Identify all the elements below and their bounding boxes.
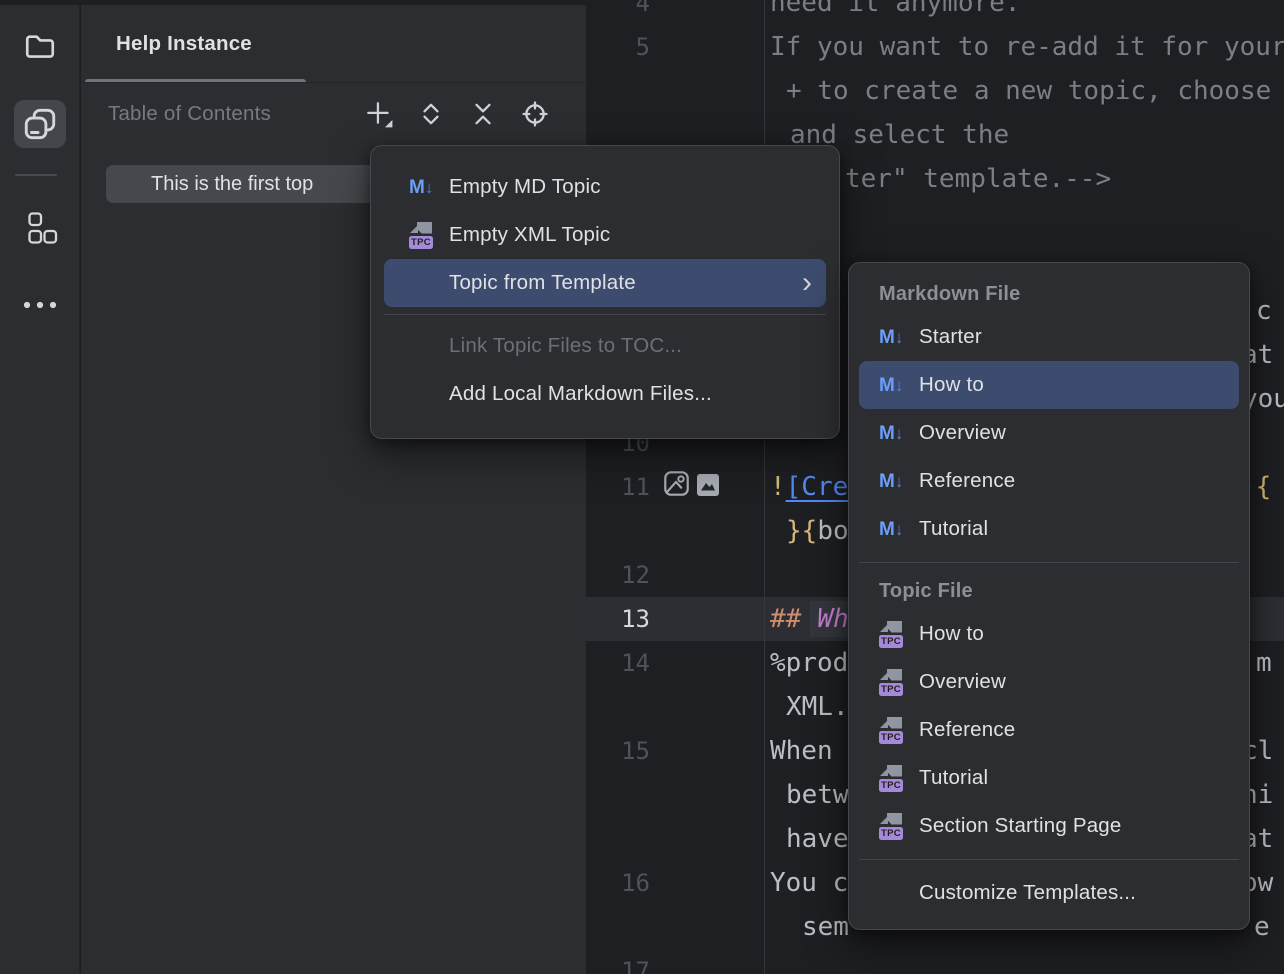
add-topic-button[interactable] <box>364 99 394 129</box>
line-number: 4 <box>586 0 650 25</box>
menu-item-link-topic-files[interactable]: Link Topic Files to TOC... <box>384 322 826 370</box>
markdown-file-icon: M↓ <box>879 520 903 539</box>
instances-icon <box>23 107 57 141</box>
image-preview-gutter-icon[interactable] <box>696 473 720 497</box>
structure-tool-button[interactable] <box>14 204 66 252</box>
more-tool-windows-button[interactable] <box>14 281 66 329</box>
submenu-item-md-how-to[interactable]: M↓ How to <box>859 361 1239 409</box>
topic-file-icon: TPC <box>879 621 905 648</box>
toc-toolbar: Table of Contents <box>81 83 586 145</box>
markdown-file-icon: M↓ <box>409 178 433 197</box>
code-line-current: ##Wh <box>770 597 849 641</box>
line-number: 14 <box>586 641 650 685</box>
expand-all-icon <box>418 101 444 127</box>
menu-item-add-local-markdown[interactable]: Add Local Markdown Files... <box>384 370 826 418</box>
line-number: 12 <box>586 553 650 597</box>
collapse-all-icon <box>470 101 496 127</box>
topic-from-template-submenu: Markdown File M↓ Starter M↓ How to M↓ Ov… <box>848 262 1250 930</box>
new-topic-menu: M↓ Empty MD Topic TPC Empty XML Topic To… <box>370 145 840 439</box>
toc-item-label: This is the first top <box>151 173 313 196</box>
code-line: have <box>786 817 849 861</box>
submenu-item-tpc-reference[interactable]: TPC Reference <box>859 706 1239 754</box>
tab-help-instance[interactable]: Help Instance <box>85 5 252 83</box>
markdown-file-icon: M↓ <box>879 376 903 395</box>
line-number: 16 <box>586 861 650 905</box>
submenu-item-tpc-how-to[interactable]: TPC How to <box>859 610 1239 658</box>
window-top-edge <box>0 0 586 5</box>
submenu-item-tpc-tutorial[interactable]: TPC Tutorial <box>859 754 1239 802</box>
code-line: If you want to re-add it for your <box>770 25 1284 69</box>
code-line: ter" template.--> <box>845 157 1111 201</box>
code-line: You c <box>770 861 848 905</box>
code-line: %prod <box>770 641 848 685</box>
tool-window-header: Help Instance <box>81 0 586 83</box>
code-fragment: e <box>1254 905 1270 949</box>
structure-icon <box>22 211 58 245</box>
submenu-header-markdown-file: Markdown File <box>849 275 1249 313</box>
toc-title: Table of Contents <box>108 83 271 145</box>
submenu-header-topic-file: Topic File <box>849 572 1249 610</box>
line-number: 5 <box>586 25 650 69</box>
code-line: When <box>770 729 833 773</box>
markdown-file-icon: M↓ <box>879 328 903 347</box>
code-line: XML. <box>786 685 849 729</box>
code-fragment: c <box>1256 289 1272 333</box>
folder-icon <box>23 29 57 63</box>
submenu-item-md-reference[interactable]: M↓ Reference <box>859 457 1239 505</box>
active-tab-underline <box>85 79 306 83</box>
submenu-item-md-overview[interactable]: M↓ Overview <box>859 409 1239 457</box>
code-line: ![Cre <box>770 465 848 509</box>
menu-item-empty-xml-topic[interactable]: TPC Empty XML Topic <box>384 211 826 259</box>
submenu-item-customize-templates[interactable]: Customize Templates... <box>859 869 1239 917</box>
topic-file-icon: TPC <box>409 222 435 249</box>
locate-opened-file-button[interactable] <box>520 99 550 129</box>
stripe-divider <box>15 174 57 176</box>
help-instance-tool-button[interactable] <box>14 100 66 148</box>
menu-separator <box>384 314 826 315</box>
code-line: betw <box>786 773 849 817</box>
more-icon <box>21 300 59 310</box>
line-number-active: 13 <box>586 597 650 641</box>
submenu-item-section-starting-page[interactable]: TPC Section Starting Page <box>859 802 1239 850</box>
code-fragment: m <box>1256 641 1272 685</box>
menu-item-topic-from-template[interactable]: Topic from Template › <box>384 259 826 307</box>
menu-separator <box>859 562 1239 563</box>
plus-dropdown-icon <box>364 99 394 129</box>
code-line: need it anymore. <box>770 0 1020 25</box>
tab-title: Help Instance <box>116 32 252 56</box>
toc-item-first-topic[interactable]: This is the first top <box>106 165 412 203</box>
collapse-all-button[interactable] <box>468 99 498 129</box>
topic-file-icon: TPC <box>879 765 905 792</box>
code-line: }{bo <box>786 509 849 553</box>
topic-file-icon: TPC <box>879 717 905 744</box>
markdown-file-icon: M↓ <box>879 424 903 443</box>
submenu-item-md-tutorial[interactable]: M↓ Tutorial <box>859 505 1239 553</box>
line-number: 11 <box>586 465 650 509</box>
project-folder-button[interactable] <box>14 22 66 70</box>
topic-file-icon: TPC <box>879 669 905 696</box>
menu-separator <box>859 859 1239 860</box>
target-icon <box>521 100 549 128</box>
code-line: + to create a new topic, choose <box>786 69 1271 113</box>
menu-item-empty-md-topic[interactable]: M↓ Empty MD Topic <box>384 163 826 211</box>
tool-window-stripe <box>0 0 80 974</box>
line-number: 15 <box>586 729 650 773</box>
topic-file-icon: TPC <box>879 813 905 840</box>
markdown-file-icon: M↓ <box>879 472 903 491</box>
submenu-item-starter[interactable]: M↓ Starter <box>859 313 1239 361</box>
submenu-item-tpc-overview[interactable]: TPC Overview <box>859 658 1239 706</box>
writerside-window: Help Instance Table of Contents <box>0 0 1284 974</box>
line-number: 17 <box>586 949 650 974</box>
code-line: sem <box>802 905 849 949</box>
image-outline-gutter-icon[interactable] <box>663 470 690 497</box>
expand-all-button[interactable] <box>416 99 446 129</box>
